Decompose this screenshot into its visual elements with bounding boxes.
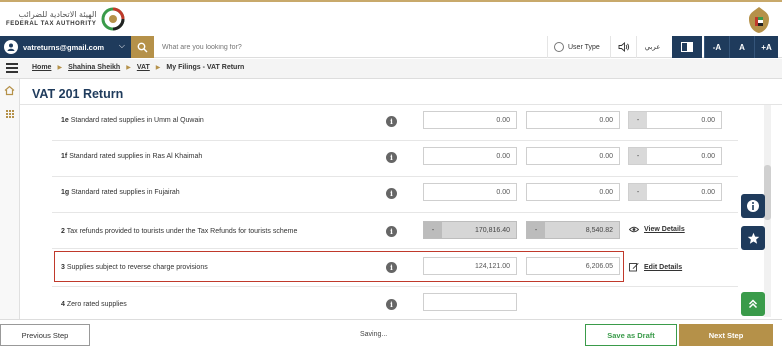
logo-text: الهيئة الاتحادية للضرائب FEDERAL TAX AUT… xyxy=(6,10,97,28)
utility-bar: vatreturns@gmail.com ⌵ User Type عربي -A… xyxy=(0,36,782,58)
info-icon[interactable]: i xyxy=(386,152,397,163)
next-step-button[interactable]: Next Step xyxy=(679,324,773,346)
saving-status: Saving... xyxy=(360,331,388,338)
menu-icon[interactable] xyxy=(6,63,18,73)
edit-details-label: Edit Details xyxy=(644,263,683,271)
breadcrumb-home[interactable]: Home xyxy=(32,64,51,71)
search-icon xyxy=(137,42,148,52)
view-details-link[interactable]: View Details xyxy=(629,226,685,233)
amount-field[interactable]: 0.00 xyxy=(423,147,517,165)
breadcrumb-current: My Filings - VAT Return xyxy=(166,64,245,71)
row-label: 1e Standard rated supplies in Umm al Quw… xyxy=(61,117,204,124)
row-label: 2 Tax refunds provided to tourists under… xyxy=(61,228,298,235)
search-input[interactable] xyxy=(158,36,538,58)
font-normal-button[interactable]: A xyxy=(729,36,754,58)
amount-field[interactable] xyxy=(423,293,517,311)
breadcrumb-separator-icon: ▶ xyxy=(126,65,131,71)
form-row-1e: 1e Standard rated supplies in Umm al Quw… xyxy=(52,105,738,141)
minus-sign: - xyxy=(527,222,545,238)
row-label: 1g Standard rated supplies in Fujairah xyxy=(61,189,180,196)
apps-grid-icon[interactable] xyxy=(5,109,14,118)
info-icon[interactable]: i xyxy=(386,116,397,127)
adjustment-value: 0.00 xyxy=(701,116,715,124)
text-to-speech-button[interactable] xyxy=(610,36,636,58)
breadcrumb-user[interactable]: Shahina Sheikh xyxy=(68,64,120,71)
account-menu[interactable]: vatreturns@gmail.com ⌵ xyxy=(0,36,131,58)
amount-field[interactable]: 0.00 xyxy=(423,111,517,129)
save-draft-button[interactable]: Save as Draft xyxy=(585,324,677,346)
home-icon[interactable] xyxy=(4,85,15,96)
row-label: 4 Zero rated supplies xyxy=(61,301,127,308)
font-increase-button[interactable]: +A xyxy=(754,36,778,58)
double-chevron-up-icon xyxy=(748,299,758,309)
row-label: 1f Standard rated supplies in Ras Al Kha… xyxy=(61,153,203,160)
breadcrumb-separator-icon: ▶ xyxy=(155,65,161,71)
info-icon xyxy=(747,200,759,212)
fta-logo[interactable]: الهيئة الاتحادية للضرائب FEDERAL TAX AUT… xyxy=(6,7,125,31)
contrast-icon xyxy=(681,42,693,52)
contrast-toggle-button[interactable] xyxy=(672,36,702,58)
eye-icon xyxy=(629,226,639,233)
breadcrumb-bar: Home ▶ Shahina Sheikh ▶ VAT ▶ My Filings… xyxy=(0,59,782,79)
help-button[interactable] xyxy=(741,194,765,218)
minus-sign: - xyxy=(629,184,647,200)
edit-icon xyxy=(629,263,639,272)
amount-value: 170,816.40 xyxy=(474,226,510,234)
vat-amount-value: 8,540.82 xyxy=(585,226,613,234)
form-row-2: 2 Tax refunds provided to tourists under… xyxy=(52,213,738,249)
user-type-icon xyxy=(554,42,564,52)
adjustment-field[interactable]: - 0.00 xyxy=(628,111,722,129)
minus-sign: - xyxy=(629,148,647,164)
adjustment-field[interactable]: - 0.00 xyxy=(628,147,722,165)
vat-amount-field[interactable]: 0.00 xyxy=(526,111,620,129)
chevron-down-icon: ⌵ xyxy=(118,41,125,50)
breadcrumb: Home ▶ Shahina Sheikh ▶ VAT ▶ My Filings… xyxy=(32,64,244,71)
user-type-label: User Type xyxy=(568,43,600,51)
logo-english: FEDERAL TAX AUTHORITY xyxy=(6,21,97,27)
scroll-top-button[interactable] xyxy=(741,292,765,316)
page-title: VAT 201 Return xyxy=(32,87,124,101)
minus-sign: - xyxy=(629,112,647,128)
footer-bar: Previous Step Saving... Save as Draft Ne… xyxy=(0,319,782,347)
user-avatar-icon xyxy=(4,40,18,54)
form-row-1f: 1f Standard rated supplies in Ras Al Kha… xyxy=(52,141,738,177)
adjustment-value: 0.00 xyxy=(701,188,715,196)
search-button[interactable] xyxy=(131,36,154,58)
language-toggle[interactable]: عربي xyxy=(636,36,668,58)
logo-arabic: الهيئة الاتحادية للضرائب xyxy=(18,10,97,19)
vat-amount-field: - 8,540.82 xyxy=(526,221,620,239)
edit-details-link[interactable]: Edit Details xyxy=(629,262,682,272)
uae-emblem-icon xyxy=(749,7,769,33)
font-decrease-button[interactable]: -A xyxy=(704,36,729,58)
favorite-button[interactable] xyxy=(741,226,765,250)
vat-amount-field[interactable]: 0.00 xyxy=(526,147,620,165)
minus-sign: - xyxy=(424,222,442,238)
speaker-icon xyxy=(618,42,629,52)
vat-return-form: 1e Standard rated supplies in Umm al Quw… xyxy=(52,105,738,317)
info-icon[interactable]: i xyxy=(386,188,397,199)
scrollbar-thumb[interactable] xyxy=(764,165,771,220)
view-details-label: View Details xyxy=(644,226,685,233)
form-row-1g: 1g Standard rated supplies in Fujairah i… xyxy=(52,177,738,213)
star-icon xyxy=(747,232,759,244)
user-type-selector[interactable]: User Type xyxy=(547,36,607,58)
top-header: الهيئة الاتحادية للضرائب FEDERAL TAX AUT… xyxy=(0,0,782,34)
adjustment-field[interactable]: - 0.00 xyxy=(628,183,722,201)
breadcrumb-vat[interactable]: VAT xyxy=(137,64,150,71)
fta-logo-mark-icon xyxy=(101,7,124,31)
previous-step-button[interactable]: Previous Step xyxy=(0,324,90,346)
adjustment-value: 0.00 xyxy=(701,152,715,160)
breadcrumb-separator-icon: ▶ xyxy=(57,65,63,71)
info-icon[interactable]: i xyxy=(386,299,397,310)
info-icon[interactable]: i xyxy=(386,226,397,237)
amount-field: - 170,816.40 xyxy=(423,221,517,239)
form-row-4: 4 Zero rated supplies i xyxy=(52,287,738,323)
amount-field[interactable]: 0.00 xyxy=(423,183,517,201)
highlight-box xyxy=(54,251,624,282)
account-email: vatreturns@gmail.com xyxy=(23,42,105,52)
vat-amount-field[interactable]: 0.00 xyxy=(526,183,620,201)
left-rail xyxy=(0,79,20,319)
